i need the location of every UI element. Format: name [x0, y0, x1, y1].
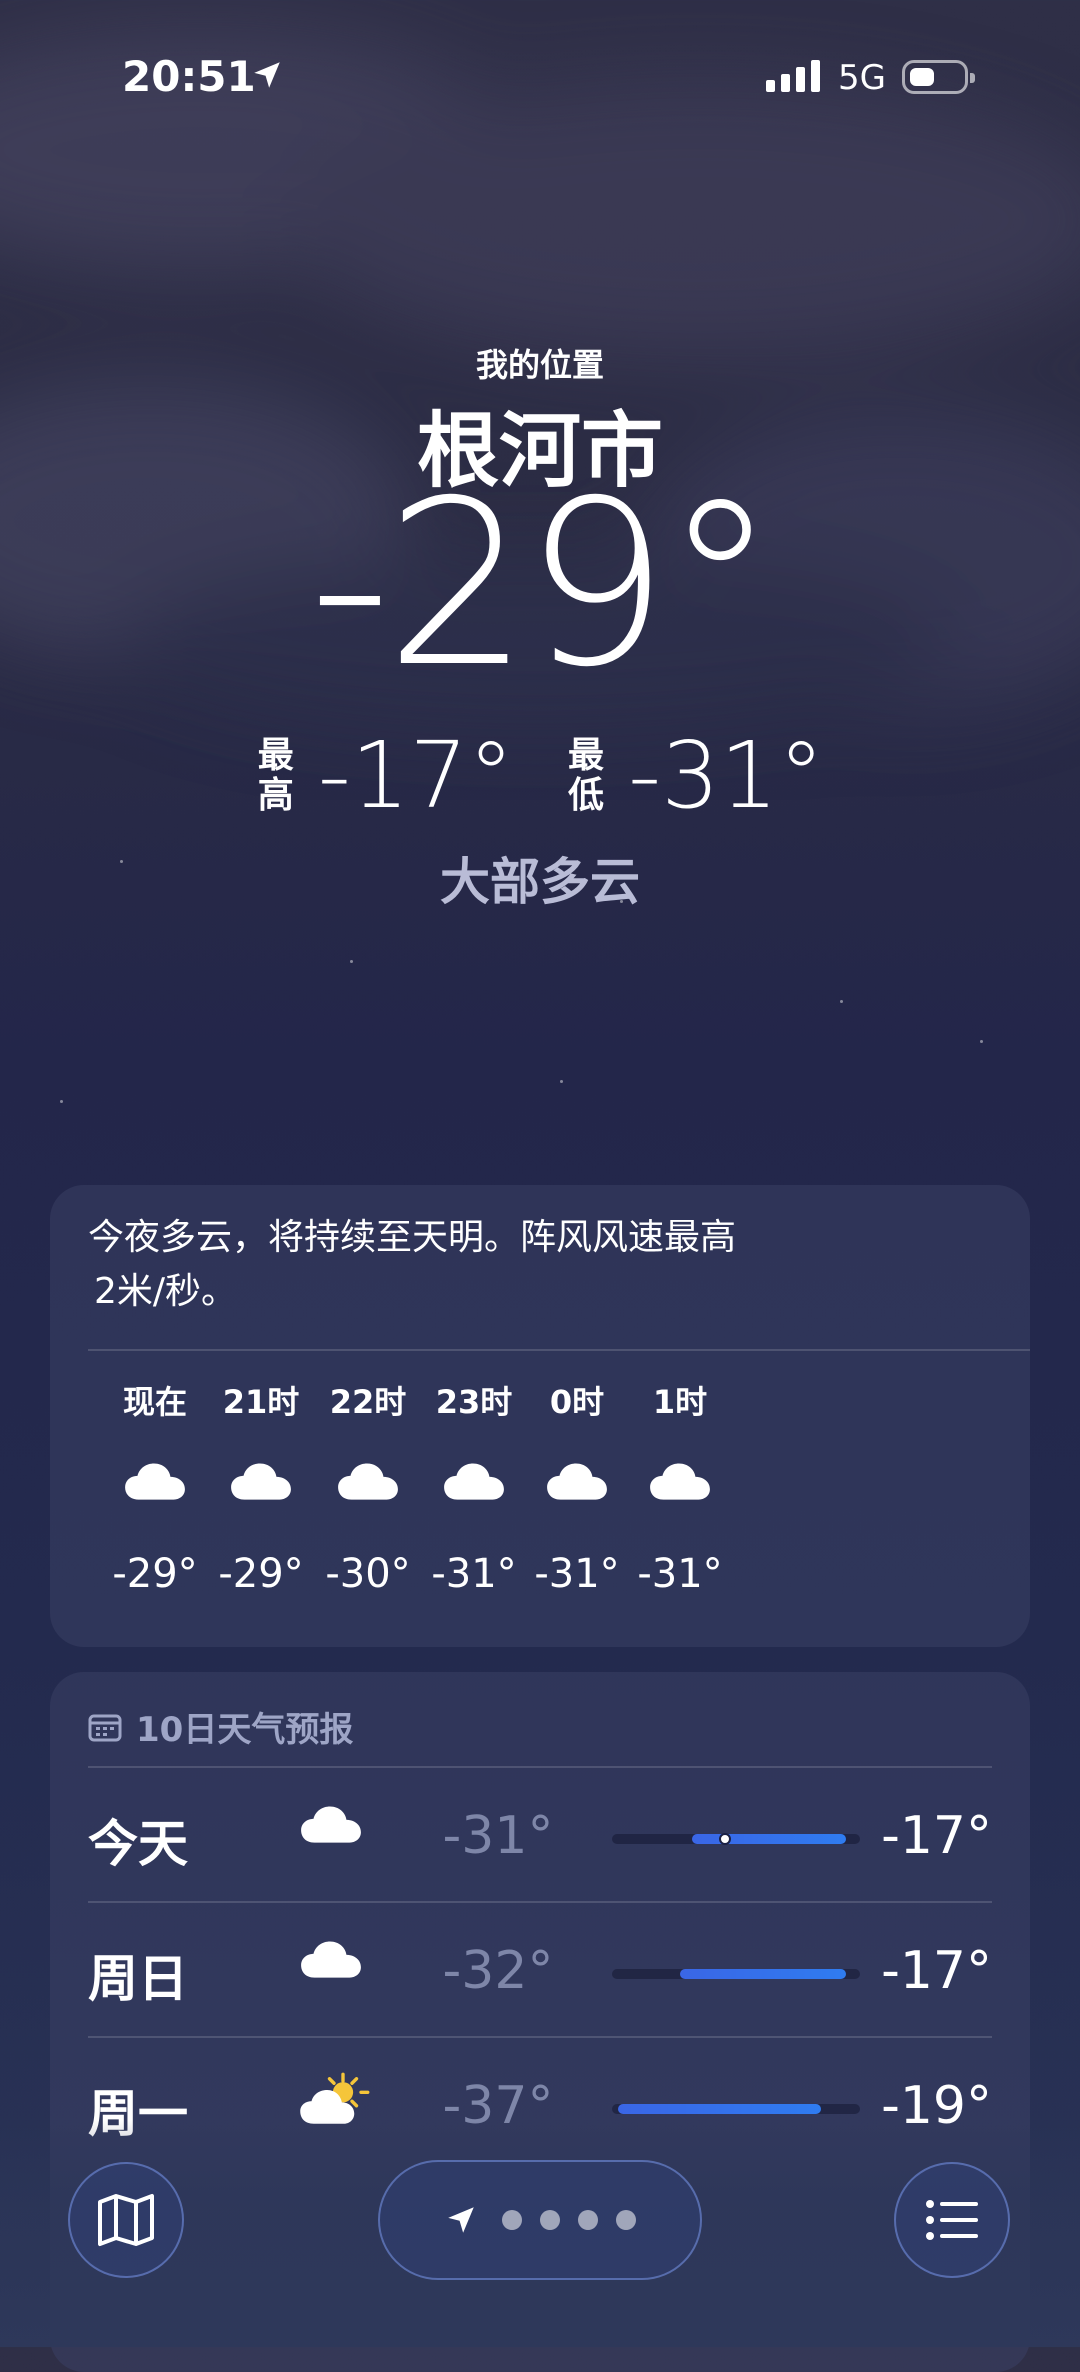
- cloud-icon: [298, 1802, 364, 1850]
- map-button[interactable]: [68, 2162, 184, 2278]
- status-time: 20:51: [122, 52, 256, 101]
- hourly-item: 1时 -31°: [610, 1377, 750, 1597]
- hourly-forecast-card[interactable]: 今夜多云，将持续至天明。阵风风速最高 2米/秒。 现在 -29° 21时 -29° 22…: [50, 1185, 1030, 1647]
- status-bar: 20:51 5G: [0, 0, 1080, 160]
- cellular-signal-icon: [766, 60, 820, 92]
- high-label: 最高: [257, 735, 294, 816]
- day-low-temperature: -32°: [442, 1941, 554, 2001]
- cloud-icon: [298, 1937, 364, 1985]
- divider: [88, 1349, 1030, 1351]
- location-page-indicator[interactable]: [378, 2160, 702, 2280]
- day-low-temperature: -31°: [442, 1806, 554, 1866]
- day-high-temperature: -17°: [881, 1941, 992, 2001]
- page-dot: [502, 2210, 522, 2230]
- daily-row[interactable]: 周日 -32° -17°: [88, 1901, 992, 2037]
- temperature-range-bar: [612, 2104, 860, 2114]
- temperature-range-fill: [680, 1969, 846, 1979]
- high-temperature: -17°: [317, 722, 514, 829]
- low-label: 最低: [567, 735, 604, 816]
- daily-row[interactable]: 今天 -31° -17°: [88, 1766, 992, 1902]
- battery-icon: [902, 60, 975, 94]
- day-label: 今天: [88, 1815, 188, 1873]
- list-icon: [926, 2200, 978, 2240]
- day-label: 周日: [88, 1950, 188, 2008]
- day-high-temperature: -17°: [881, 1806, 992, 1866]
- location-list-button[interactable]: [894, 2162, 1010, 2278]
- page-dot: [616, 2210, 636, 2230]
- ten-day-title: 10日天气预报: [136, 1710, 354, 1750]
- hour-label: 1时: [652, 1383, 708, 1421]
- network-type: 5G: [838, 58, 886, 98]
- star: [840, 1000, 843, 1003]
- temperature-range-fill: [618, 2104, 822, 2114]
- star: [980, 1040, 983, 1043]
- star: [60, 1100, 63, 1103]
- high-low: 最高 -17° 最低 -31°: [0, 730, 1080, 822]
- forecast-summary: 今夜多云，将持续至天明。阵风风速最高 2米/秒。: [88, 1217, 737, 1312]
- my-location-label: 我的位置: [475, 346, 604, 384]
- cloud-icon: [610, 1421, 750, 1541]
- map-icon: [98, 2194, 154, 2246]
- ten-day-header: 10日天气预报: [88, 1702, 353, 1751]
- weather-condition: 大部多云: [440, 853, 640, 911]
- page-dot: [578, 2210, 598, 2230]
- location-services-icon: [254, 62, 280, 88]
- low-temperature: -31°: [628, 722, 825, 829]
- hour-temperature: -31°: [637, 1551, 723, 1597]
- temperature-range-bar: [612, 1833, 860, 1845]
- page-dot: [540, 2210, 560, 2230]
- calendar-icon: [88, 1714, 122, 1741]
- temperature-range-bar: [612, 1969, 860, 1979]
- temperature-range-fill: [692, 1834, 846, 1844]
- location-arrow-icon: [448, 2207, 474, 2233]
- star: [350, 960, 353, 963]
- current-temperature: -29°: [308, 451, 777, 717]
- star: [560, 1080, 563, 1083]
